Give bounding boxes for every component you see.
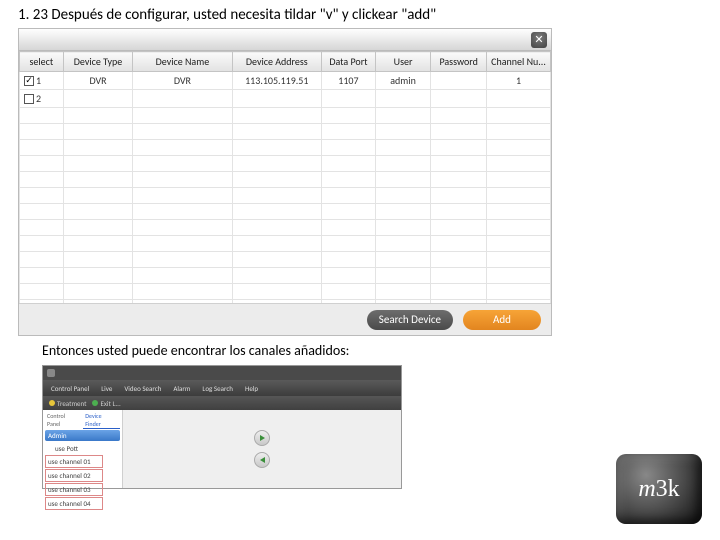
table-row xyxy=(20,188,551,204)
close-icon[interactable]: ✕ xyxy=(531,32,547,48)
nav-item[interactable]: Alarm xyxy=(169,384,194,393)
cell-user xyxy=(375,90,430,108)
tree-item[interactable]: use channel 01 xyxy=(45,455,103,468)
m3k-logo: m3k xyxy=(616,454,702,524)
col-name: Device Name xyxy=(133,52,232,72)
row-index: 1 xyxy=(36,74,41,87)
cell-user: admin xyxy=(375,72,430,90)
move-left-button[interactable] xyxy=(254,452,270,468)
cell-channels: 1 xyxy=(487,72,551,90)
cell-type xyxy=(63,90,133,108)
nav-item[interactable]: Help xyxy=(241,384,262,393)
app-center xyxy=(123,410,401,488)
cell-address: 113.105.119.51 xyxy=(232,72,322,90)
toolbar-item[interactable]: Treatment xyxy=(49,399,86,408)
add-button[interactable]: Add xyxy=(463,310,541,330)
col-user: User xyxy=(375,52,430,72)
instruction-bottom: Entonces usted puede encontrar los canal… xyxy=(0,336,720,363)
move-right-button[interactable] xyxy=(254,430,270,446)
col-type: Device Type xyxy=(63,52,133,72)
tree-item[interactable]: use channel 02 xyxy=(45,469,103,482)
cell-password xyxy=(431,90,487,108)
tree-item[interactable]: use Pott xyxy=(45,443,120,454)
toolbar-label: Treatment xyxy=(57,399,86,408)
table-header: select Device Type Device Name Device Ad… xyxy=(20,52,551,72)
table-row xyxy=(20,140,551,156)
cell-password xyxy=(431,72,487,90)
app-sidebar: Control Panel Device Finder Admin use Po… xyxy=(43,410,123,488)
cell-port xyxy=(322,90,376,108)
cell-name: DVR xyxy=(133,72,232,90)
tree-item[interactable]: use channel 03 xyxy=(45,483,103,496)
arrow-left-icon xyxy=(260,457,265,463)
app-titlebar xyxy=(43,366,401,380)
instruction-top: 1. 23 Después de configurar, usted neces… xyxy=(0,0,720,28)
cell-port: 1107 xyxy=(322,72,376,90)
channel-tree: use Pottuse channel 01use channel 02use … xyxy=(45,443,120,510)
dialog-titlebar: ✕ xyxy=(19,29,551,51)
logo-text: m3k xyxy=(638,476,679,503)
tree-item[interactable]: use channel 04 xyxy=(45,497,103,510)
cell-type: DVR xyxy=(63,72,133,90)
table-row[interactable]: 2 xyxy=(20,90,551,108)
col-select: select xyxy=(20,52,64,72)
table-row xyxy=(20,268,551,284)
nav-item[interactable]: Live xyxy=(97,384,116,393)
device-dialog: ✕ select Device Type Device Name Device … xyxy=(18,28,552,336)
row-checkbox[interactable] xyxy=(24,76,34,86)
cell-address xyxy=(232,90,322,108)
app-window: Control Panel Live Video Search Alarm Log Se… xyxy=(42,365,402,489)
cell-name xyxy=(133,90,232,108)
nav-item[interactable]: Video Search xyxy=(120,384,165,393)
col-address: Device Address xyxy=(232,52,322,72)
table-row xyxy=(20,172,551,188)
nav-item[interactable]: Control Panel xyxy=(47,384,93,393)
table-row xyxy=(20,204,551,220)
toolbar-label: Exit L... xyxy=(100,399,120,408)
search-device-button[interactable]: Search Device xyxy=(367,310,453,330)
app-toolbar: Treatment Exit L... xyxy=(43,396,401,410)
table-row xyxy=(20,124,551,140)
table-row xyxy=(20,156,551,172)
dialog-footer: Search Device Add xyxy=(19,303,551,335)
window-control-icon[interactable] xyxy=(47,369,55,377)
star-icon xyxy=(49,400,55,406)
row-index: 2 xyxy=(36,92,41,105)
app-body: Control Panel Device Finder Admin use Po… xyxy=(43,410,401,488)
status-icon xyxy=(92,400,98,406)
table-row xyxy=(20,252,551,268)
arrow-right-icon xyxy=(260,435,265,441)
cell-channels xyxy=(487,90,551,108)
device-grid: select Device Type Device Name Device Ad… xyxy=(19,51,551,303)
app-nav: Control Panel Live Video Search Alarm Log Se… xyxy=(43,380,401,396)
row-checkbox[interactable] xyxy=(24,94,34,104)
toolbar-item[interactable]: Exit L... xyxy=(92,399,120,408)
tab-device-finder[interactable]: Device Finder xyxy=(83,412,120,429)
col-channels: Channel Nu... xyxy=(487,52,551,72)
table-row xyxy=(20,220,551,236)
table-row xyxy=(20,284,551,300)
sidebar-tabs: Control Panel Device Finder xyxy=(45,412,120,429)
tab-control-panel[interactable]: Control Panel xyxy=(45,412,81,429)
col-port: Data Port xyxy=(322,52,376,72)
sidebar-header: Admin xyxy=(45,430,120,441)
col-password: Password xyxy=(431,52,487,72)
table-row xyxy=(20,108,551,124)
nav-item[interactable]: Log Search xyxy=(198,384,237,393)
table-row xyxy=(20,236,551,252)
table-row[interactable]: 1DVRDVR113.105.119.511107admin1 xyxy=(20,72,551,90)
